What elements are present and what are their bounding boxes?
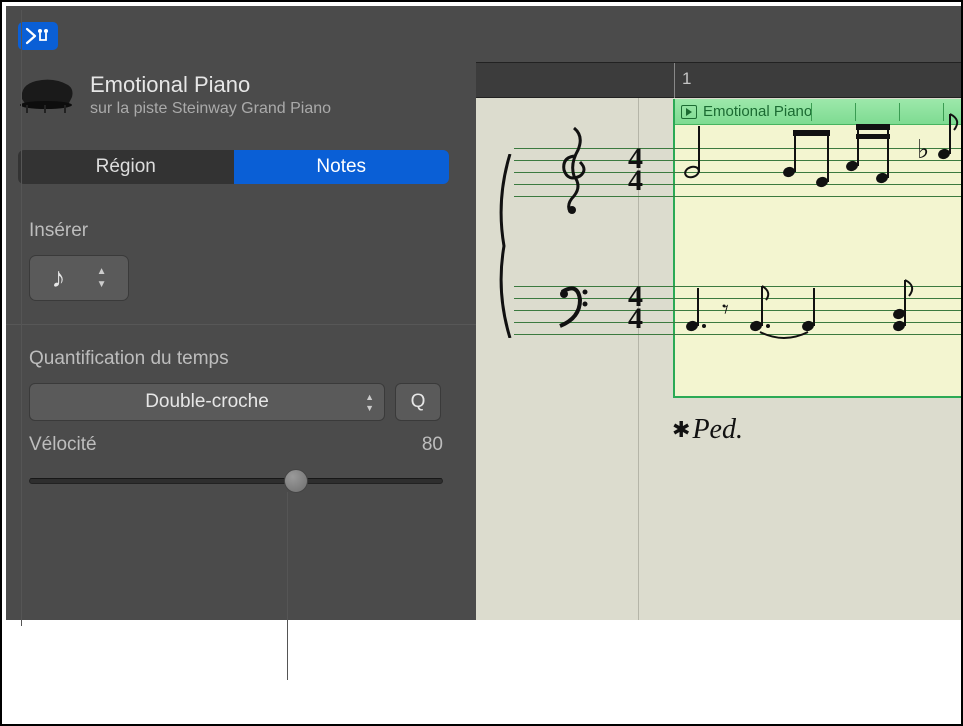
track-titles: Emotional Piano sur la piste Steinway Gr… (90, 72, 331, 118)
bar-tick (674, 63, 675, 99)
time-signature-bass: 4 4 (628, 286, 643, 330)
divider (6, 324, 476, 325)
callout-line-left (21, 10, 22, 626)
score-panel: 1 Emotional Piano (476, 6, 961, 620)
velocity-row: Vélocité 80 (29, 434, 443, 456)
timesig-bottom: 4 (628, 170, 643, 192)
filter-button[interactable] (18, 22, 58, 50)
brace-icon (494, 154, 514, 338)
svg-text:♭: ♭ (917, 135, 929, 164)
grand-staff: 4 4 (476, 148, 961, 408)
timesig-bottom: 4 (628, 308, 643, 330)
velocity-value: 80 (422, 434, 443, 456)
time-signature-treble: 4 4 (628, 148, 643, 192)
grand-piano-icon (18, 75, 76, 115)
bar-ruler[interactable]: 1 (476, 62, 961, 98)
track-subtitle: sur la piste Steinway Grand Piano (90, 100, 331, 118)
track-header: Emotional Piano sur la piste Steinway Gr… (18, 72, 331, 118)
velocity-slider[interactable] (29, 478, 443, 484)
svg-text:𝄾: 𝄾 (722, 295, 729, 324)
callout-line-slider (287, 492, 288, 680)
velocity-label: Vélocité (29, 434, 97, 456)
slider-thumb[interactable] (284, 469, 308, 493)
bass-notes: 𝄾 (674, 266, 963, 366)
tab-region[interactable]: Région (18, 150, 234, 184)
quantize-select[interactable]: Double-croche ▲▼ (29, 383, 385, 421)
eighth-note-icon: ♪ (52, 264, 66, 292)
track-title: Emotional Piano (90, 72, 331, 98)
quantize-label: Quantification du temps (29, 348, 229, 370)
stepper-arrows-icon: ▲▼ (97, 266, 107, 290)
bar-number: 1 (682, 69, 691, 89)
pedal-label: Ped. (692, 414, 743, 446)
editor-window: Emotional Piano sur la piste Steinway Gr… (6, 6, 961, 620)
quantize-row: Double-croche ▲▼ Q (29, 383, 441, 421)
inspector-tabs: Région Notes (18, 150, 449, 184)
asterisk-icon: ✱ (672, 417, 690, 443)
insert-label: Insérer (29, 220, 88, 242)
treble-clef-icon (556, 126, 592, 216)
quantize-value: Double-croche (145, 391, 269, 413)
treble-notes: ♭ (674, 108, 963, 228)
filter-link-icon (25, 27, 51, 45)
bass-clef-icon (556, 284, 590, 328)
pedal-marking: ✱ Ped. (672, 414, 743, 446)
chevron-updown-icon: ▲▼ (365, 392, 374, 413)
insert-note-selector[interactable]: ♪ ▲▼ (29, 255, 129, 301)
tab-notes[interactable]: Notes (234, 150, 450, 184)
quantize-button[interactable]: Q (395, 383, 441, 421)
inspector-panel: Emotional Piano sur la piste Steinway Gr… (6, 6, 476, 620)
